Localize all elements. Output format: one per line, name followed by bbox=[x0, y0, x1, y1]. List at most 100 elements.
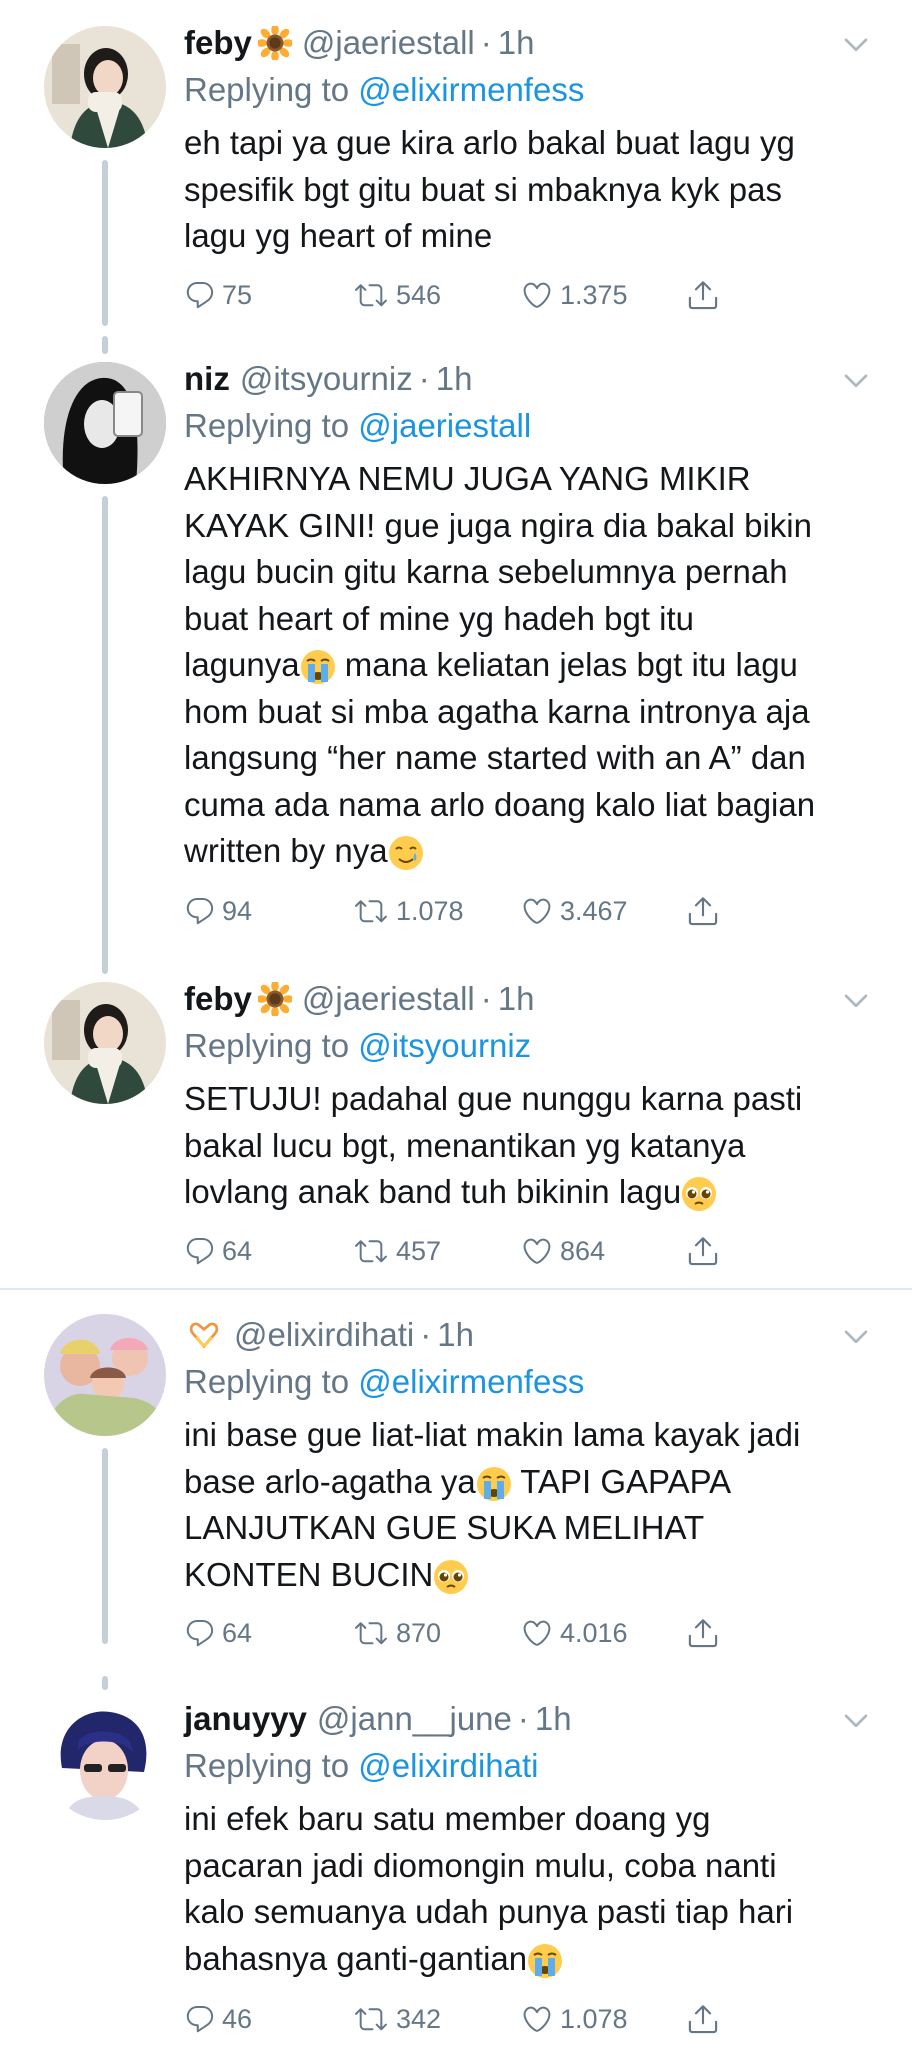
tweet-text-line: lagu yg heart of mine bbox=[184, 217, 493, 254]
tweet[interactable]: @elixirdihati · 1h Replying to @elixirme… bbox=[0, 1292, 912, 1676]
share-button[interactable] bbox=[686, 1228, 726, 1274]
share-button[interactable] bbox=[686, 1996, 726, 2042]
chevron-down-icon[interactable] bbox=[836, 1316, 876, 1356]
retweet-count: 546 bbox=[396, 279, 442, 310]
chevron-down-icon[interactable] bbox=[836, 24, 876, 64]
chevron-down-icon[interactable] bbox=[836, 360, 876, 400]
timestamp[interactable]: 1h bbox=[498, 20, 535, 66]
action-bar: 94 1.078 3.467 bbox=[184, 888, 744, 934]
reply-icon bbox=[184, 895, 216, 927]
heart-icon bbox=[520, 2003, 554, 2035]
username[interactable]: @elixirdihati bbox=[234, 1312, 414, 1358]
divider bbox=[0, 1288, 912, 1290]
avatar[interactable] bbox=[44, 26, 166, 148]
replying-to: Replying to @itsyourniz bbox=[184, 1024, 531, 1068]
replying-to-link[interactable]: @elixirmenfess bbox=[358, 1363, 584, 1400]
reply-count: 94 bbox=[222, 895, 253, 926]
like-button[interactable]: 4.016 bbox=[520, 1610, 628, 1656]
reply-count: 46 bbox=[222, 2003, 253, 2034]
retweet-button[interactable]: 546 bbox=[352, 272, 441, 318]
timestamp[interactable]: 1h bbox=[436, 356, 473, 402]
timestamp[interactable]: 1h bbox=[535, 1696, 572, 1742]
replying-to-link[interactable]: @elixirmenfess bbox=[358, 71, 584, 108]
tweet-text-fragment: base arlo-agatha ya bbox=[184, 1462, 476, 1500]
separator: · bbox=[480, 980, 492, 1017]
replying-to-link[interactable]: @itsyourniz bbox=[358, 1027, 531, 1064]
tweet-text-line: written by nya bbox=[184, 828, 874, 875]
replying-to-link[interactable]: @jaeriestall bbox=[358, 407, 531, 444]
chevron-down-icon[interactable] bbox=[836, 1700, 876, 1740]
separator: · bbox=[517, 1700, 529, 1737]
reply-button[interactable]: 46 bbox=[184, 1996, 252, 2042]
reply-icon bbox=[184, 1235, 216, 1267]
username[interactable]: @jaeriestall bbox=[302, 976, 475, 1022]
timeline: feby @jaeriestall · 1h Replying to @elix… bbox=[0, 0, 912, 2048]
tweet-text-line: base arlo-agatha ya TAPI GAPAPA bbox=[184, 1459, 874, 1506]
crying-face-emoji-icon bbox=[300, 649, 336, 685]
reply-button[interactable]: 94 bbox=[184, 888, 252, 934]
tweet[interactable]: januyyy @jann__june · 1h Replying to @el… bbox=[0, 1676, 912, 2048]
pleading-face-emoji-icon bbox=[681, 1176, 717, 1212]
like-button[interactable]: 1.078 bbox=[520, 1996, 628, 2042]
replying-to: Replying to @elixirdihati bbox=[184, 1744, 539, 1788]
tweet[interactable]: niz @itsyourniz · 1h Replying to @jaerie… bbox=[0, 336, 912, 972]
retweet-button[interactable]: 870 bbox=[352, 1610, 441, 1656]
tweet-text-fragment: written by nya bbox=[184, 832, 388, 869]
username[interactable]: @jann__june bbox=[317, 1696, 512, 1742]
username[interactable]: @jaeriestall bbox=[302, 20, 475, 66]
share-button[interactable] bbox=[686, 1610, 726, 1656]
sunflower-emoji-icon bbox=[258, 982, 292, 1016]
reply-icon bbox=[184, 279, 216, 311]
reply-count: 75 bbox=[222, 279, 253, 310]
tweet[interactable]: feby @jaeriestall · 1h Replying to @elix… bbox=[0, 0, 912, 326]
retweet-button[interactable]: 457 bbox=[352, 1228, 441, 1274]
username[interactable]: @itsyourniz bbox=[240, 356, 413, 402]
retweet-button[interactable]: 342 bbox=[352, 1996, 441, 2042]
timestamp[interactable]: 1h bbox=[437, 1312, 474, 1358]
display-name[interactable]: niz bbox=[184, 356, 230, 402]
reply-icon bbox=[184, 1617, 216, 1649]
display-name[interactable]: feby bbox=[184, 20, 252, 66]
crying-face-emoji-icon bbox=[527, 1943, 563, 1979]
timestamp[interactable]: 1h bbox=[498, 976, 535, 1022]
heart-icon bbox=[520, 279, 554, 311]
heart-hands-emoji-icon[interactable] bbox=[184, 1318, 224, 1352]
reply-button[interactable]: 75 bbox=[184, 272, 252, 318]
tweet-text-line: lovlang anak band tuh bikinin lagu bbox=[184, 1169, 874, 1216]
replying-to: Replying to @elixirmenfess bbox=[184, 68, 584, 112]
separator: · bbox=[420, 1316, 432, 1353]
thread-line bbox=[102, 336, 108, 354]
tweet-text-line: ini base gue liat-liat makin lama kayak … bbox=[184, 1416, 801, 1453]
avatar[interactable] bbox=[44, 1314, 166, 1436]
tweet-text-fragment: KONTEN BUCIN bbox=[184, 1555, 434, 1593]
tweet-text-line: lagu bucin gitu karna sebelumnya pernah bbox=[184, 553, 788, 590]
tweet-text-line: eh tapi ya gue kira arlo bakal buat lagu… bbox=[184, 124, 795, 161]
reply-button[interactable]: 64 bbox=[184, 1228, 252, 1274]
like-count: 1.078 bbox=[560, 2003, 628, 2034]
display-name[interactable]: feby bbox=[184, 976, 252, 1022]
share-icon bbox=[686, 1616, 720, 1650]
like-button[interactable]: 3.467 bbox=[520, 888, 628, 934]
retweet-button[interactable]: 1.078 bbox=[352, 888, 464, 934]
heart-icon bbox=[520, 895, 554, 927]
avatar[interactable] bbox=[44, 362, 166, 484]
like-button[interactable]: 864 bbox=[520, 1228, 605, 1274]
retweet-icon bbox=[352, 2003, 390, 2035]
avatar[interactable] bbox=[44, 982, 166, 1104]
share-button[interactable] bbox=[686, 888, 726, 934]
tweet[interactable]: feby @jaeriestall · 1h Replying to @itsy… bbox=[0, 956, 912, 1286]
retweet-count: 870 bbox=[396, 1617, 442, 1648]
chevron-down-icon[interactable] bbox=[836, 980, 876, 1020]
like-button[interactable]: 1.375 bbox=[520, 272, 628, 318]
tweet-text: eh tapi ya gue kira arlo bakal buat lagu… bbox=[184, 120, 874, 260]
tweet-text: ini base gue liat-liat makin lama kayak … bbox=[184, 1412, 874, 1598]
thread-line bbox=[102, 160, 108, 326]
share-icon bbox=[686, 894, 720, 928]
avatar[interactable] bbox=[44, 1698, 166, 1820]
display-name[interactable]: januyyy bbox=[184, 1696, 307, 1742]
share-button[interactable] bbox=[686, 272, 726, 318]
tweet-text-line: KONTEN BUCIN bbox=[184, 1552, 874, 1599]
replying-to-link[interactable]: @elixirdihati bbox=[358, 1747, 538, 1784]
heart-icon bbox=[520, 1235, 554, 1267]
reply-button[interactable]: 64 bbox=[184, 1610, 252, 1656]
